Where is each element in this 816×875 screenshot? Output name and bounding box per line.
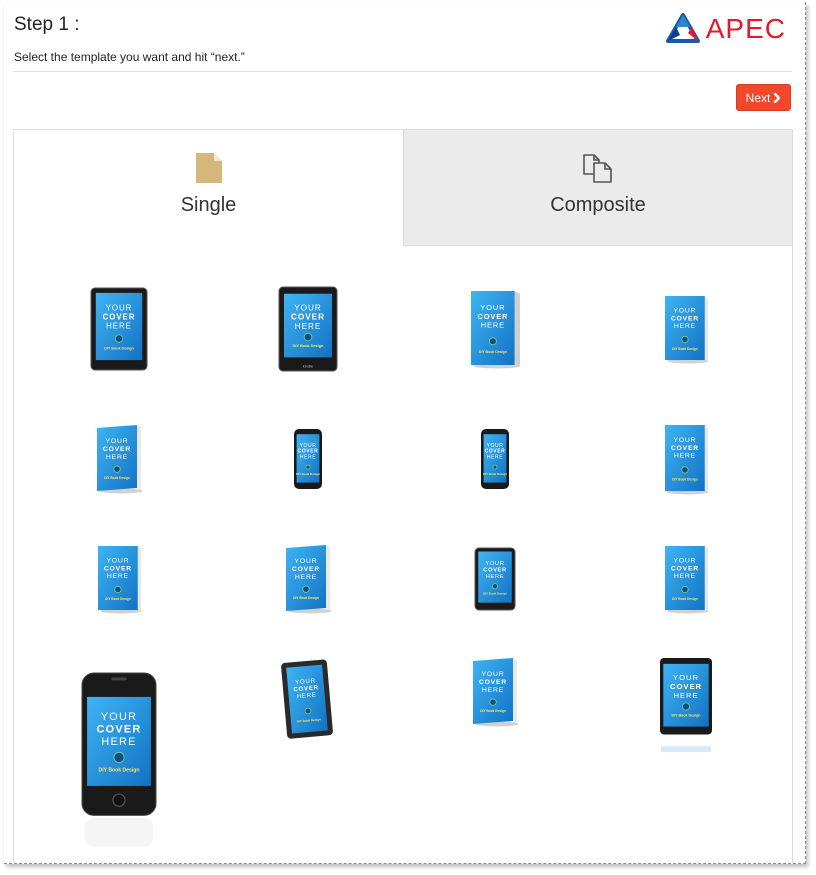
cover-brand-text: DIY Book Design xyxy=(293,344,324,348)
cover-text-line: YOUR xyxy=(674,308,697,315)
cover-brand-text: DIY Book Design xyxy=(296,472,320,476)
cover-text-line: YOUR xyxy=(101,711,138,723)
cover-text-line: HERE xyxy=(486,574,505,580)
cover-brand-text: DIY Book Design xyxy=(483,591,507,595)
cover-text-line: HERE xyxy=(106,454,128,461)
cover-text-line: YOUR xyxy=(485,561,504,567)
apec-triangle-logo-icon xyxy=(665,13,700,43)
next-button-label: Next xyxy=(745,90,771,105)
template-selector-window: Step 1 : Select the template you want an… xyxy=(4,2,806,864)
tab-composite-label: Composite xyxy=(550,194,646,216)
cover-text-line: COVER xyxy=(103,446,131,453)
template-thumbnail-ipad-reflect[interactable]: YOUR COVER HERE DIY Book Design xyxy=(659,657,713,755)
chevron-right-icon xyxy=(774,92,781,103)
cover-text-line: YOUR xyxy=(674,437,697,444)
cover-text-line: YOUR xyxy=(106,303,133,312)
template-panel: Single Composite YOUR COVER HERE DIY Book D… xyxy=(13,129,793,863)
cover-brand-text: DIY Book Design xyxy=(105,597,131,601)
cover-text-line: HERE xyxy=(482,687,504,694)
template-thumbnail-book-standing[interactable]: YOUR COVER HERE DIY Book Design xyxy=(96,544,142,614)
cover-text-line: YOUR xyxy=(294,303,321,312)
template-thumbnail-hardcover[interactable]: YOUR COVER HERE DIY Book Design xyxy=(469,289,521,369)
template-thumbnail-paperback-angled[interactable]: YOUR COVER HERE DIY Book Design xyxy=(471,657,519,727)
cover-text-line: HERE xyxy=(481,320,505,329)
template-thumbnail-tablet-tilted[interactable]: YOUR COVER HERE DIY Book Design xyxy=(280,657,336,741)
next-button[interactable]: Next xyxy=(736,84,791,111)
cover-text-line: COVER xyxy=(671,315,699,322)
template-thumbnail-tablet[interactable]: YOUR COVER HERE DIY Book Design xyxy=(90,287,148,371)
cover-brand-text: DIY Book Design xyxy=(480,709,506,713)
template-thumbnail-book-standing[interactable]: YOUR COVER HERE DIY Book Design xyxy=(663,544,709,614)
template-thumbnail-paperback-angled[interactable]: YOUR COVER HERE DIY Book Design xyxy=(95,424,143,494)
apec-logo: APEC xyxy=(665,12,786,46)
template-thumbnail-phone-small[interactable]: YOUR COVER HERE DIY Book Design xyxy=(480,428,510,490)
cover-text-line: YOUR xyxy=(673,673,699,682)
cover-text-line: HERE xyxy=(674,453,696,460)
tab-composite[interactable]: Composite xyxy=(403,130,792,246)
device-brand-label: kindle xyxy=(303,364,314,369)
cover-text-line: COVER xyxy=(479,679,507,686)
cover-text-line: HERE xyxy=(101,736,136,748)
cover-text-line: COVER xyxy=(104,565,132,572)
single-page-icon xyxy=(195,153,222,183)
template-thumbnail-ereader[interactable]: YOUR COVER HERE DIY Book Design kindle xyxy=(278,286,338,372)
template-thumbnail-phone-small[interactable]: YOUR COVER HERE DIY Book Design xyxy=(293,428,323,490)
cover-text-line: YOUR xyxy=(295,558,318,565)
cover-text-line: COVER xyxy=(96,724,141,736)
cover-text-line: HERE xyxy=(674,573,696,580)
cover-text-line: HERE xyxy=(674,323,696,330)
multi-page-icon xyxy=(583,154,612,183)
cover-text-line: HERE xyxy=(673,691,698,700)
cover-text-line: YOUR xyxy=(106,438,129,445)
cover-brand-text: DIY Book Design xyxy=(104,476,130,480)
tab-single[interactable]: Single xyxy=(14,130,403,246)
cover-brand-text: DIY Book Design xyxy=(99,768,140,774)
template-thumbnail-book-flat[interactable]: YOUR COVER HERE DIY Book Design xyxy=(663,423,709,495)
cover-brand-text: DIY Book Design xyxy=(672,597,698,601)
cover-text-line: COVER xyxy=(671,565,699,572)
template-thumbnail-tablet-small[interactable]: YOUR COVER HERE DIY Book Design xyxy=(474,547,516,611)
template-thumbnail-book-standing[interactable]: YOUR COVER HERE DIY Book Design xyxy=(663,294,709,364)
cover-text-line: HERE xyxy=(487,454,503,460)
logo-wordmark: APEC xyxy=(705,13,786,44)
page-title: Step 1 : xyxy=(14,14,80,35)
cover-text-line: HERE xyxy=(295,322,322,331)
cover-text-line: HERE xyxy=(295,574,317,581)
cover-text-line: COVER xyxy=(291,313,325,322)
template-grid: YOUR COVER HERE DIY Book Design YOUR COVER HER… xyxy=(14,247,792,863)
tab-single-label: Single xyxy=(180,194,237,216)
cover-text-line: COVER xyxy=(483,567,507,573)
cover-brand-text: DIY Book Design xyxy=(293,596,319,600)
template-tabs: Single Composite xyxy=(14,130,792,246)
cover-brand-text: DIY Book Design xyxy=(483,472,507,476)
page-header: Step 1 : Select the template you want an… xyxy=(14,10,792,72)
template-thumbnail-iphone-large[interactable]: YOUR COVER HERE DIY Book Design xyxy=(81,672,157,850)
cover-text-line: COVER xyxy=(670,682,702,691)
cover-text-line: COVER xyxy=(292,566,320,573)
cover-text-line: YOUR xyxy=(674,558,697,565)
cover-brand-text: DIY Book Design xyxy=(672,477,698,481)
cover-text-line: COVER xyxy=(103,312,136,321)
cover-text-line: HERE xyxy=(300,454,316,460)
cover-text-line: HERE xyxy=(106,321,132,330)
cover-brand-text: DIY Book Design xyxy=(104,346,135,350)
cover-brand-text: DIY Book Design xyxy=(672,347,698,351)
cover-brand-text: DIY Book Design xyxy=(671,714,700,718)
cover-text-line: HERE xyxy=(107,573,129,580)
cover-text-line: YOUR xyxy=(107,558,130,565)
cover-text-line: COVER xyxy=(671,445,699,452)
cover-brand-text: DIY Book Design xyxy=(479,350,507,354)
cover-text-line: YOUR xyxy=(482,671,505,678)
page-instructions: Select the template you want and hit “ne… xyxy=(14,50,245,64)
template-thumbnail-paperback-angled[interactable]: YOUR COVER HERE DIY Book Design xyxy=(284,544,332,614)
